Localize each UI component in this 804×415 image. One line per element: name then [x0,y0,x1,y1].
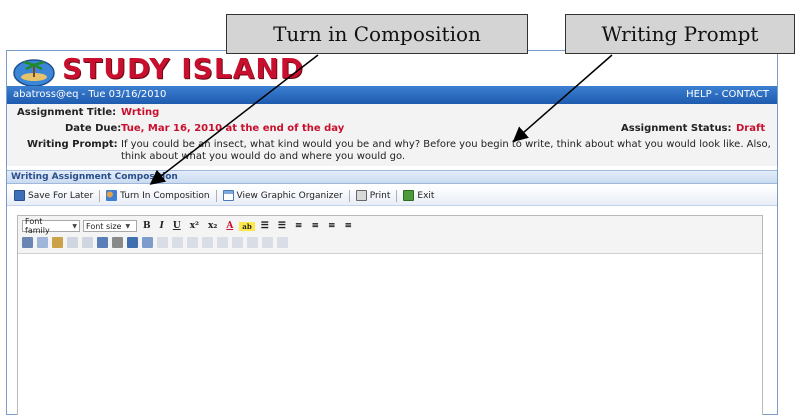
writing-prompt-arrow [512,54,613,142]
turn-in-arrow [149,54,319,185]
callout-arrows [149,54,613,185]
